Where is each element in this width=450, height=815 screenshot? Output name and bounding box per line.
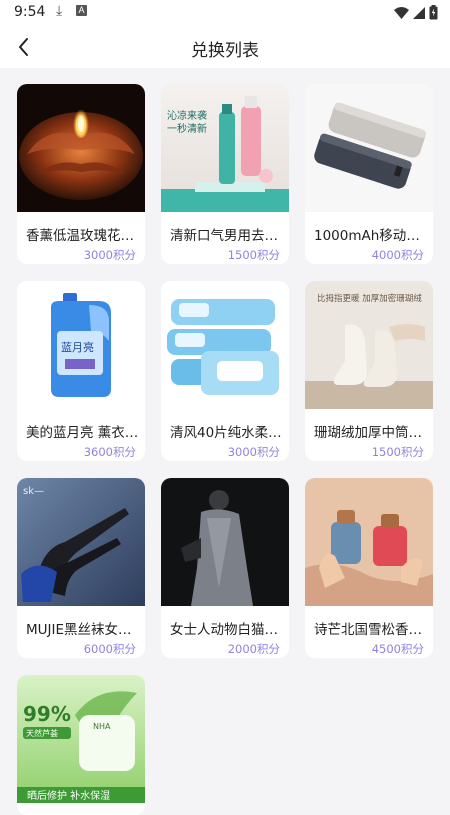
product-image-socks: 比拇指更暖 加厚加密珊瑚绒 xyxy=(305,281,433,409)
product-image-aloe-gel: NHA 99% 天然芦荟 晒后修护 补水保湿 xyxy=(17,675,145,803)
product-image-detergent: 蓝月亮 xyxy=(17,281,145,409)
product-card[interactable]: 1000mAh移动电… 4000积分 xyxy=(305,84,433,264)
product-name: 珊瑚绒加厚中筒… xyxy=(314,425,422,441)
socks-caption: 比拇指更暖 加厚加密珊瑚绒 xyxy=(317,293,422,304)
product-points: 3600积分 xyxy=(83,445,136,459)
spray-text-1: 沁凉来袭 xyxy=(167,109,207,122)
product-name: 1000mAh移动电… xyxy=(314,228,428,244)
product-image-perfume xyxy=(305,478,433,606)
detergent-label: 蓝月亮 xyxy=(61,340,94,354)
download-icon: ⤓ xyxy=(56,3,63,19)
product-name: 清风40片纯水柔… xyxy=(170,425,282,441)
product-image-fashion xyxy=(161,478,289,606)
product-card[interactable]: 沁凉来袭 一秒清新 清新口气男用去… 1500积分 xyxy=(161,84,289,264)
product-points: 1500积分 xyxy=(371,445,424,459)
page-title: 兑换列表 xyxy=(191,41,259,61)
wifi-icon xyxy=(394,6,409,19)
battery-icon xyxy=(429,5,438,20)
product-name: 清新口气男用去… xyxy=(170,228,278,244)
aloe-percent: 99% xyxy=(23,702,71,726)
product-card[interactable]: 香薰低温玫瑰花… 3000积分 xyxy=(17,84,145,264)
product-points: 3000积分 xyxy=(83,248,136,262)
product-points: 4500积分 xyxy=(371,642,424,656)
product-image-stockings: sk— xyxy=(17,478,145,606)
a-notification-icon: A xyxy=(76,5,87,16)
status-bar: 9:54 ⤓ A xyxy=(0,0,450,26)
spray-text-2: 一秒清新 xyxy=(167,122,207,135)
app-header: 兑换列表 xyxy=(0,26,450,68)
product-card[interactable]: 女士人动物白猫… 2000积分 xyxy=(161,478,289,658)
product-card[interactable]: NHA 99% 天然芦荟 晒后修护 补水保湿 xyxy=(17,675,145,815)
brand-logo: sk— xyxy=(23,486,44,497)
product-card[interactable]: 清风40片纯水柔… 3000积分 xyxy=(161,281,289,461)
signal-icon xyxy=(413,6,425,19)
product-points: 2000积分 xyxy=(227,642,280,656)
product-image-mouth-spray: 沁凉来袭 一秒清新 xyxy=(161,84,289,212)
product-name: 香薰低温玫瑰花… xyxy=(26,228,134,244)
product-image-candle xyxy=(17,84,145,212)
aloe-subtitle: 天然芦荟 xyxy=(26,728,58,738)
product-image-wet-wipes xyxy=(161,281,289,409)
product-points: 3000积分 xyxy=(227,445,280,459)
product-name: 女士人动物白猫… xyxy=(170,622,278,638)
product-points: 1500积分 xyxy=(227,248,280,262)
product-card[interactable]: 诗芒北国雪松香… 4500积分 xyxy=(305,478,433,658)
aloe-bottom-text: 晒后修护 补水保湿 xyxy=(27,789,110,802)
product-card[interactable]: 蓝月亮 美的蓝月亮 薰衣… 3600积分 xyxy=(17,281,145,461)
product-image-power-bank xyxy=(305,84,433,212)
product-card[interactable]: 比拇指更暖 加厚加密珊瑚绒 珊瑚绒加厚中筒… 1500积分 xyxy=(305,281,433,461)
product-points: 6000积分 xyxy=(83,642,136,656)
product-card[interactable]: sk— MUJIE黑丝袜女… 6000积分 xyxy=(17,478,145,658)
status-time: 9:54 xyxy=(14,4,46,20)
product-name: 诗芒北国雪松香… xyxy=(314,622,422,638)
product-points: 4000积分 xyxy=(371,248,424,262)
aloe-brand: NHA xyxy=(93,722,111,731)
product-name: MUJIE黑丝袜女… xyxy=(26,622,132,638)
product-name: 美的蓝月亮 薰衣… xyxy=(26,425,139,441)
